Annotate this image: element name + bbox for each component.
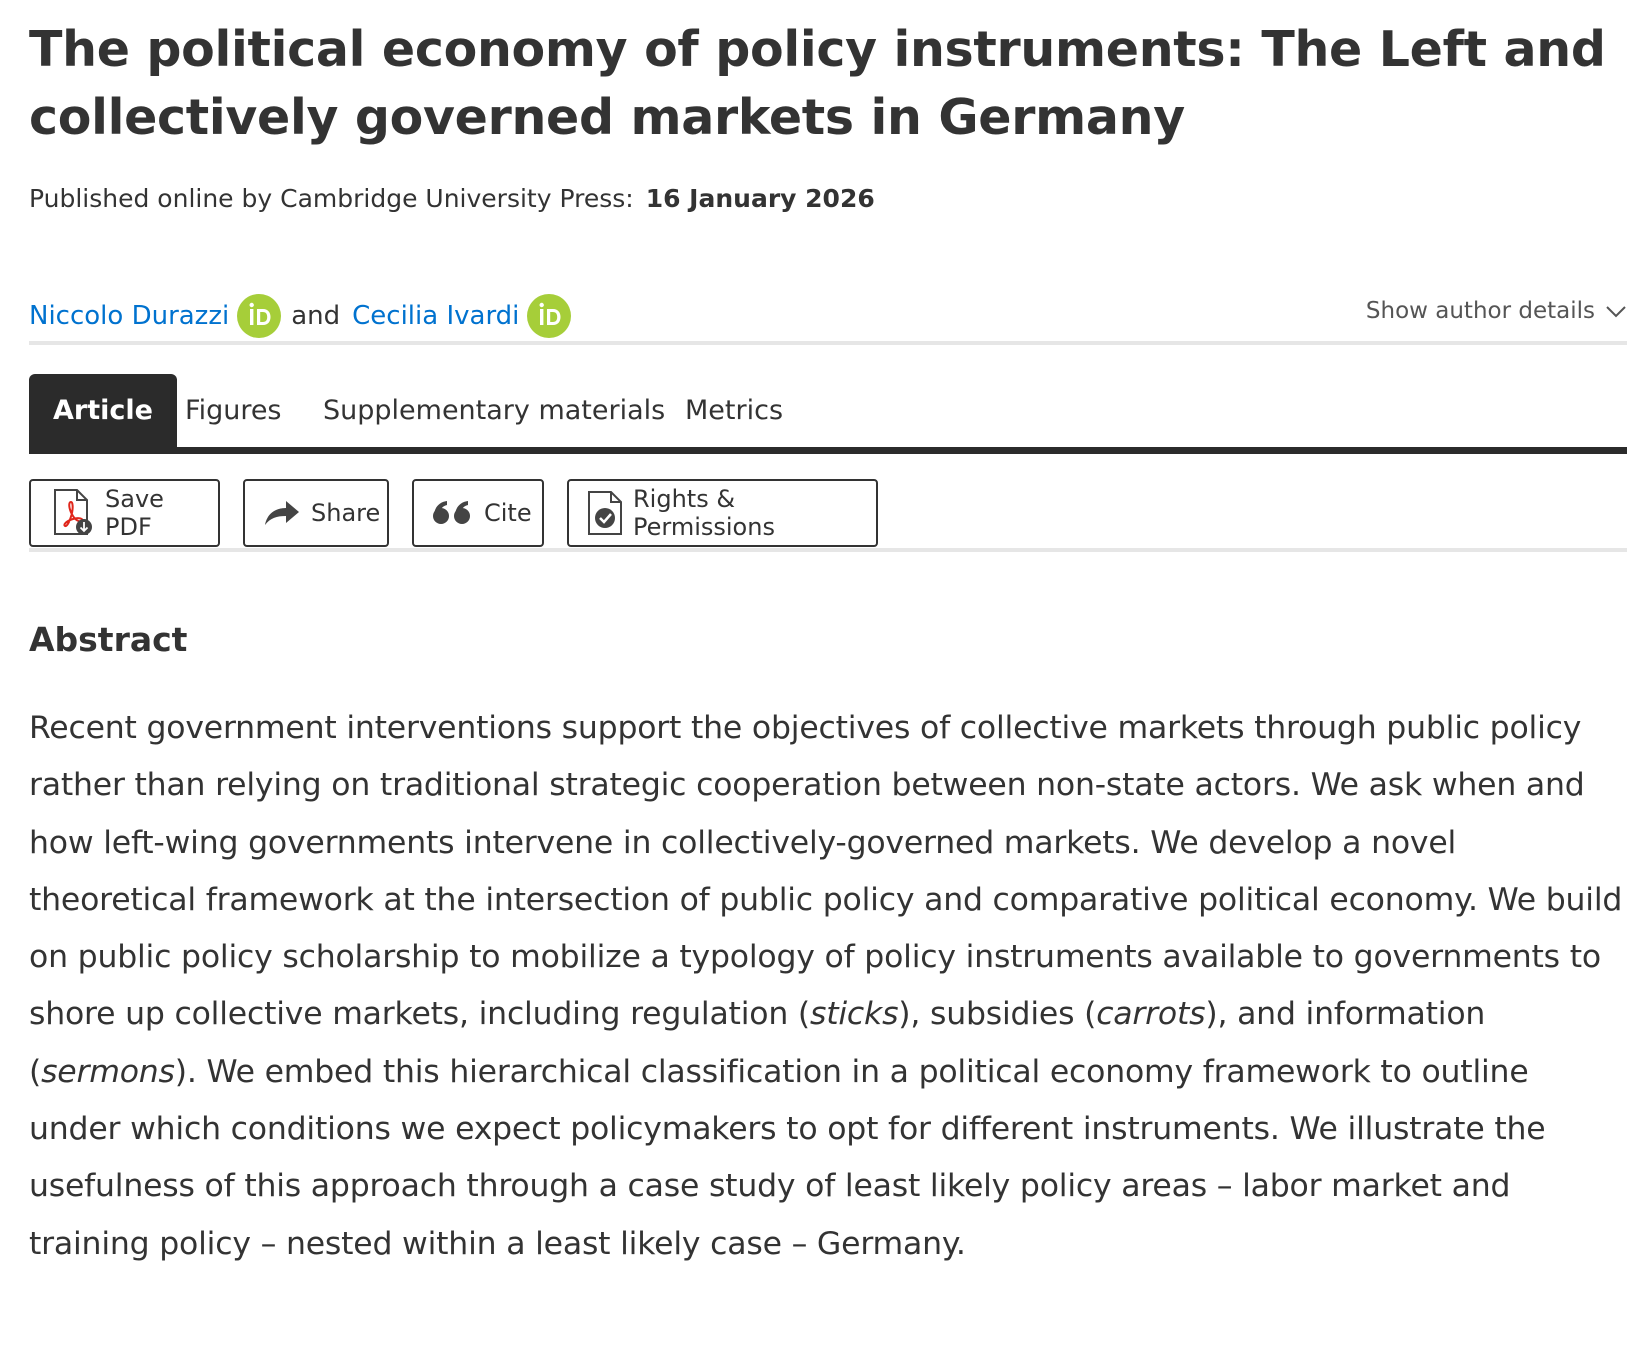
published-label: Published online by Cambridge University… xyxy=(29,184,634,213)
save-pdf-label: Save PDF xyxy=(105,485,164,541)
rights-permissions-button[interactable]: Rights & Permissions xyxy=(567,479,878,547)
tab-metrics[interactable]: Metrics xyxy=(685,374,783,447)
save-pdf-button[interactable]: Save PDF xyxy=(29,479,220,547)
share-label: Share xyxy=(311,499,381,527)
orcid-icon[interactable] xyxy=(527,294,572,338)
article-page: The political economy of policy instrume… xyxy=(29,0,1627,1262)
abstract-text-part: ). We embed this hierarchical classifica… xyxy=(29,1053,1546,1262)
chevron-down-icon xyxy=(1605,299,1627,325)
abstract-text-part: ), subsidies ( xyxy=(898,996,1097,1033)
authors-row: Niccolo Durazzi and Cecilia Ivardi Show … xyxy=(29,293,1627,341)
tab-bar-underline xyxy=(29,447,1627,454)
author-list: Niccolo Durazzi and Cecilia Ivardi xyxy=(29,293,572,339)
tab-figures[interactable]: Figures xyxy=(185,374,282,447)
show-author-details-label: Show author details xyxy=(1365,298,1595,324)
abstract-emphasis-sticks: sticks xyxy=(810,996,899,1033)
tab-supplementary-materials[interactable]: Supplementary materials xyxy=(323,374,665,447)
abstract-emphasis-sermons: sermons xyxy=(41,1053,175,1090)
divider xyxy=(29,548,1627,552)
divider xyxy=(29,341,1627,345)
quote-icon xyxy=(432,500,474,526)
author-link-durazzi[interactable]: Niccolo Durazzi xyxy=(29,293,229,339)
share-arrow-icon xyxy=(263,499,301,527)
publication-info: Published online by Cambridge University… xyxy=(29,182,1627,216)
orcid-icon[interactable] xyxy=(237,294,282,338)
abstract-text: Recent government interventions support … xyxy=(29,700,1627,1273)
article-title: The political economy of policy instrume… xyxy=(29,21,1606,146)
abstract-emphasis-carrots: carrots xyxy=(1096,996,1206,1033)
rights-permissions-label: Rights & Permissions xyxy=(633,485,775,541)
rights-document-icon xyxy=(585,488,625,538)
share-button[interactable]: Share xyxy=(243,479,389,547)
tab-article[interactable]: Article xyxy=(29,374,177,447)
article-tabs: Article Figures Supplementary materials … xyxy=(29,374,1627,454)
pdf-icon xyxy=(51,488,95,538)
abstract-heading: Abstract xyxy=(29,620,188,659)
cite-button[interactable]: Cite xyxy=(412,479,544,547)
show-author-details-toggle[interactable]: Show author details xyxy=(1366,297,1627,325)
cite-label: Cite xyxy=(484,499,532,527)
published-date: 16 January 2026 xyxy=(645,184,875,213)
author-conjunction: and xyxy=(291,301,341,331)
author-link-ivardi[interactable]: Cecilia Ivardi xyxy=(352,293,519,339)
abstract-text-part: Recent government interventions support … xyxy=(29,710,1623,1033)
